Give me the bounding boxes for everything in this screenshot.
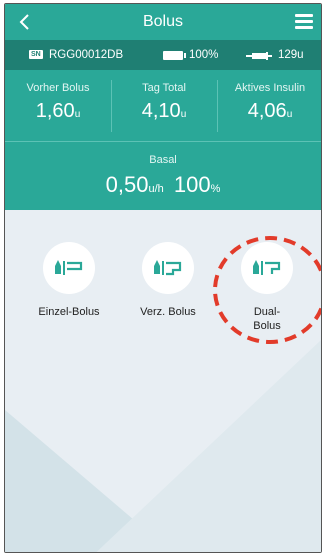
- battery-icon: [163, 51, 186, 60]
- stat-daily-total: Tag Total 4,10u: [111, 82, 217, 123]
- insulin-summary: Vorher Bolus 1,60u Tag Total 4,10u Aktiv…: [5, 70, 321, 210]
- phone-screen: Bolus SN RGG00012DB 100% 129u Vorher Bol…: [4, 3, 322, 553]
- normal-bolus-icon: [55, 260, 83, 275]
- stat-previous-bolus: Vorher Bolus 1,60u: [5, 82, 111, 123]
- basal-value: 0,50u/h 100%: [105, 172, 221, 197]
- divider: [5, 141, 321, 142]
- stat-label: Tag Total: [142, 82, 186, 94]
- serial-number: RGG00012DB: [49, 49, 124, 61]
- stat-value: 4,06u: [247, 100, 293, 122]
- extended-bolus-icon: [154, 260, 182, 276]
- extended-bolus-option[interactable]: Verz. Bolus: [124, 242, 212, 319]
- stat-value: 4,10u: [141, 100, 187, 122]
- serial-number-badge: SN: [29, 50, 43, 59]
- pump-status-bar: SN RGG00012DB 100% 129u: [5, 40, 321, 70]
- page-title: Bolus: [142, 13, 184, 30]
- insulin-reservoir-icon: [246, 52, 272, 60]
- hamburger-menu-icon[interactable]: [295, 14, 313, 30]
- stat-label: Aktives Insulin: [234, 82, 306, 94]
- basal-rate: Basal 0,50u/h 100%: [5, 154, 321, 198]
- basal-label: Basal: [149, 154, 177, 166]
- insulin-level: 129u: [278, 49, 304, 61]
- app-header: Bolus: [5, 4, 321, 40]
- option-label: Verz. Bolus: [140, 306, 196, 318]
- extended-bolus-button[interactable]: [142, 242, 194, 294]
- stat-active-insulin: Aktives Insulin 4,06u: [217, 82, 321, 123]
- highlight-circle: [213, 236, 321, 344]
- battery-level: 100%: [189, 49, 219, 61]
- bolus-selection: Einzel-Bolus Verz. Bolus Dual- Bolus: [5, 210, 321, 552]
- normal-bolus-button[interactable]: [43, 242, 95, 294]
- stat-value: 1,60u: [35, 100, 81, 122]
- option-label: Einzel-Bolus: [38, 306, 100, 318]
- stat-label: Vorher Bolus: [26, 82, 90, 94]
- normal-bolus-option[interactable]: Einzel-Bolus: [25, 242, 113, 319]
